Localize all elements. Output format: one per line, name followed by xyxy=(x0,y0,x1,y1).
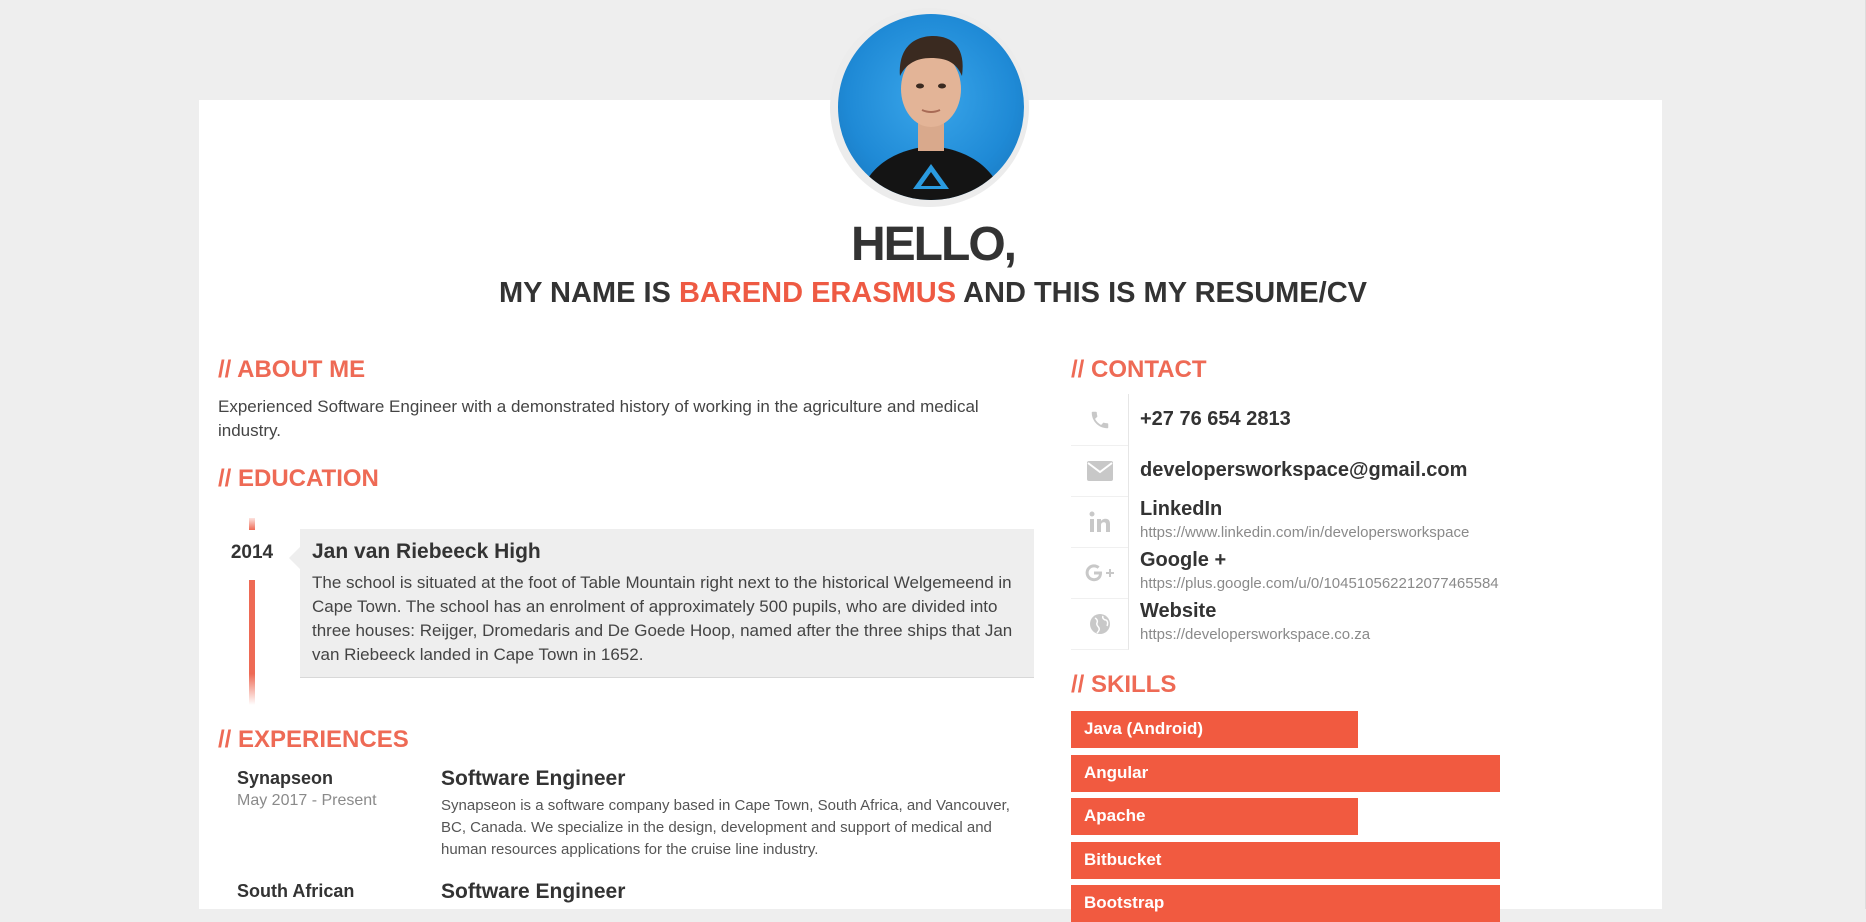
subtitle-suffix: AND THIS IS MY RESUME/CV xyxy=(963,277,1367,309)
envelope-icon xyxy=(1071,445,1129,497)
linkedin-icon xyxy=(1071,496,1129,548)
avatar-frame xyxy=(830,8,1029,207)
name-subtitle: MY NAME IS BAREND ERASMUS AND THIS IS MY… xyxy=(0,275,1866,311)
google-plus-url[interactable]: https://plus.google.com/u/0/104510562212… xyxy=(1140,575,1499,592)
greeting-heading: HELLO, xyxy=(851,218,1017,271)
phone-number: +27 76 654 2813 xyxy=(1140,408,1291,430)
skills-section-title: // SKILLS xyxy=(1071,671,1177,698)
globe-icon xyxy=(1071,598,1129,650)
experience-description: Synapseon is a software company based in… xyxy=(441,797,1010,858)
avatar xyxy=(838,14,1024,200)
education-section-title: // EDUCATION xyxy=(218,465,379,492)
skill-label: Bitbucket xyxy=(1084,850,1162,869)
website-label: Website xyxy=(1140,600,1217,622)
skill-bar: Bitbucket xyxy=(1071,842,1500,879)
contact-linkedin: LinkedIn https://www.linkedin.com/in/dev… xyxy=(1071,496,1571,548)
linkedin-label: LinkedIn xyxy=(1140,498,1223,520)
skill-bar: Angular xyxy=(1071,755,1500,792)
experience-company: South African xyxy=(237,881,355,901)
email-address[interactable]: developersworkspace@gmail.com xyxy=(1140,459,1467,482)
school-name: Jan van Riebeeck High xyxy=(312,540,541,563)
google-plus-label: Google + xyxy=(1140,549,1227,571)
school-description: The school is situated at the foot of Ta… xyxy=(312,573,1013,664)
about-text: Experienced Software Engineer with a dem… xyxy=(218,397,979,440)
profile-photo-icon xyxy=(858,36,1004,200)
experiences-section-title: // EXPERIENCES xyxy=(218,726,409,753)
person-name: BAREND ERASMUS xyxy=(678,277,957,309)
timeline-pointer xyxy=(289,547,300,569)
skill-bar: Bootstrap xyxy=(1071,885,1500,922)
skill-label: Java (Android) xyxy=(1084,719,1204,738)
timeline-bar-top xyxy=(249,518,255,530)
education-entry: Jan van Riebeeck High The school is situ… xyxy=(300,529,1034,678)
skill-label: Angular xyxy=(1084,763,1149,782)
experience-role: Software Engineer xyxy=(441,767,626,790)
google-plus-icon xyxy=(1071,547,1129,599)
contact-email: developersworkspace@gmail.com xyxy=(1071,445,1571,497)
contact-website: Website https://developersworkspace.co.z… xyxy=(1071,598,1571,650)
experience-date: May 2017 - Present xyxy=(237,792,377,809)
contact-section-title: // CONTACT xyxy=(1071,356,1207,383)
skill-label: Apache xyxy=(1084,806,1146,825)
skill-label: Bootstrap xyxy=(1084,893,1165,912)
about-section-title: // ABOUT ME xyxy=(218,356,366,383)
skill-bar: Java (Android) xyxy=(1071,711,1358,748)
subtitle-prefix: MY NAME IS xyxy=(499,277,671,309)
contact-phone: +27 76 654 2813 xyxy=(1071,394,1571,446)
experience-role: Software Engineer xyxy=(441,880,626,903)
linkedin-url[interactable]: https://www.linkedin.com/in/developerswo… xyxy=(1140,524,1469,541)
skill-bar: Apache xyxy=(1071,798,1358,835)
contact-google-plus: Google + https://plus.google.com/u/0/104… xyxy=(1071,547,1571,599)
phone-icon xyxy=(1071,394,1129,446)
timeline-bar xyxy=(249,580,255,705)
experience-company: Synapseon xyxy=(237,768,334,788)
website-url[interactable]: https://developersworkspace.co.za xyxy=(1140,626,1370,643)
timeline-year: 2014 xyxy=(230,542,274,563)
